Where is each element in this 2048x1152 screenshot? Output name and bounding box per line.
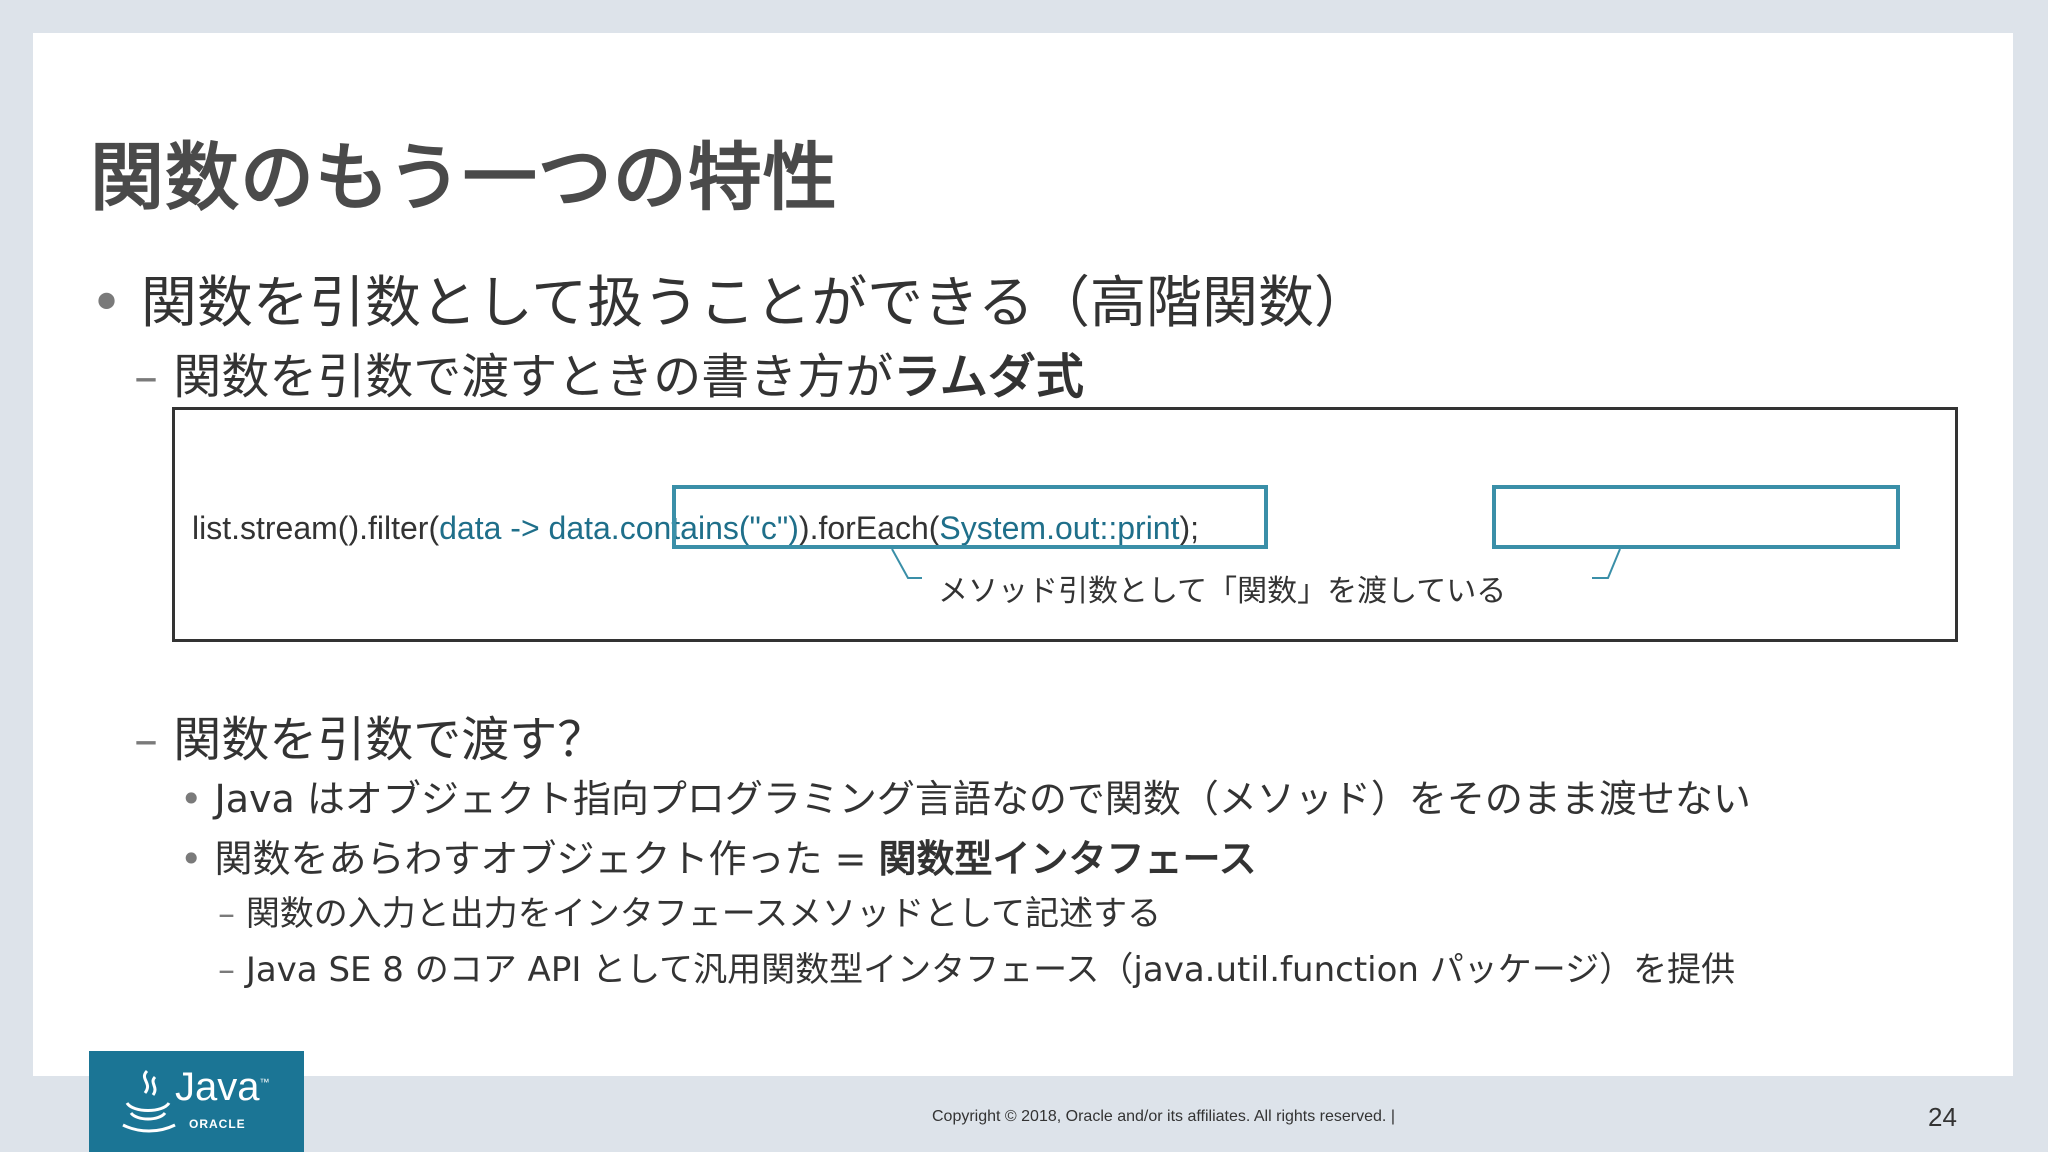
bullet-marker: • bbox=[180, 777, 203, 821]
bullet-functional-interface: • 関数をあらわすオブジェクト作った = 関数型インタフェース bbox=[180, 828, 1257, 883]
java-cup-icon bbox=[122, 1069, 176, 1133]
bullet-bold-text: 関数型インタフェース bbox=[878, 837, 1257, 881]
dash-marker: – bbox=[218, 950, 235, 990]
bullet-text: Java はオブジェクト指向プログラミング言語なので関数（メソッド）をそのまま渡… bbox=[214, 777, 1751, 821]
sub-item-text: Java SE 8 のコア API として汎用関数型インタフェース（java.u… bbox=[245, 950, 1736, 990]
bullet-oop-note: • Java はオブジェクト指向プログラミング言語なので関数（メソッド）をそのま… bbox=[180, 768, 1751, 823]
sub-item-text: 関数の入力と出力をインタフェースメソッドとして記述する bbox=[245, 894, 1162, 934]
code-annotation: メソッド引数として「関数」を渡している bbox=[938, 574, 1507, 609]
sub-item-io-description: – 関数の入力と出力をインタフェースメソッドとして記述する bbox=[218, 886, 1161, 935]
java-oracle-logo: Java™ ORACLE bbox=[89, 1051, 304, 1152]
dash-marker: – bbox=[134, 712, 158, 768]
dash-marker: – bbox=[218, 894, 235, 934]
logo-wordmark: Java™ bbox=[175, 1065, 270, 1109]
bullet-marker: • bbox=[180, 837, 203, 881]
sub-item-java-util-function: – Java SE 8 のコア API として汎用関数型インタフェース（java… bbox=[218, 942, 1735, 991]
logo-oracle-text: ORACLE bbox=[189, 1117, 246, 1131]
bullet-text: 関数をあらわすオブジェクト作った = bbox=[214, 837, 879, 881]
sub-item-text: 関数を引数で渡す？ bbox=[173, 712, 606, 768]
page-number: 24 bbox=[1928, 1102, 1957, 1132]
sub-item-pass-function: – 関数を引数で渡す？ bbox=[134, 700, 605, 770]
copyright-notice: Copyright © 2018, Oracle and/or its affi… bbox=[932, 1108, 1395, 1125]
